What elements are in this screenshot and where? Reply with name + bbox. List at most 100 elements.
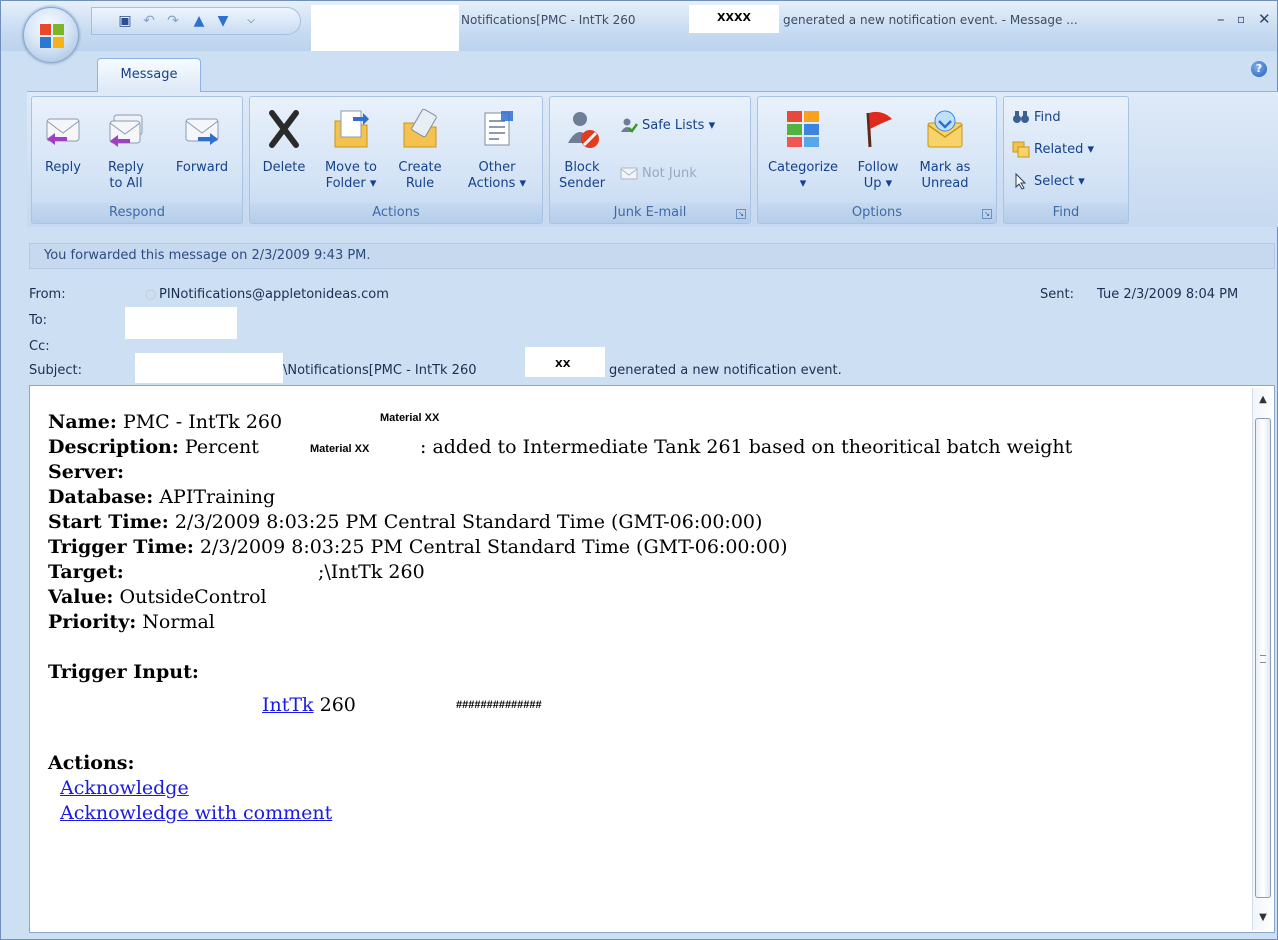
previous-item-icon[interactable]: ▲ [190,13,208,29]
ribbon-group-actions: Delete Move to Folder ▾ Create Rule Othe… [249,96,543,224]
reply-all-label-1: Reply [107,160,144,175]
forwarded-info-bar[interactable]: You forwarded this message on 2/3/2009 9… [29,243,1275,269]
reply-all-label-2: to All [109,176,143,191]
create-rule-icon [403,108,437,148]
reply-all-button[interactable]: Reply to All [96,101,156,192]
to-label: To: [29,313,48,328]
categorize-label: Categorize [767,160,839,175]
cc-label: Cc: [29,339,50,354]
not-junk-button[interactable]: Not Junk [620,163,697,185]
scroll-grip-icon [1260,655,1266,663]
acknowledge-with-comment-link[interactable]: Acknowledge with comment [60,802,332,824]
create-rule-button[interactable]: Create Rule [390,101,450,192]
block-sender-button[interactable]: Block Sender [554,101,610,192]
scroll-down-icon[interactable]: ▼ [1255,910,1271,926]
trigger-input-line: IntTk 260 ############## [262,694,542,716]
redacted-title-area [311,5,459,51]
delete-icon [269,110,299,148]
presence-icon: ○ [145,287,157,302]
create-rule-label-2: Rule [405,176,435,191]
block-sender-label-2: Sender [558,176,606,191]
redacted-to-field [125,307,237,339]
from-value[interactable]: PINotifications@appletonideas.com [159,287,389,302]
office-button[interactable] [23,7,79,63]
categorize-icon [787,111,819,147]
priority-line: Priority: Normal [48,611,215,633]
message-body: Name: PMC - IntTk 260 Material XX Descri… [29,385,1275,933]
related-button[interactable]: Related ▾ [1012,139,1094,161]
inttk-link[interactable]: IntTk [262,694,314,716]
target-line: Target: ;\IntTk 260 [48,561,425,583]
subject-label: Subject: [29,363,82,378]
minimize-icon[interactable]: – [1217,10,1225,28]
office-logo-icon [40,24,64,48]
outlook-message-window: ▣ ↶ ↷ ▲ ▼ ⌵ Notifications[PMC - IntTk 26… [0,0,1278,940]
respond-group-label: Respond [32,203,242,223]
next-item-icon[interactable]: ▼ [214,13,232,29]
block-sender-icon [568,112,599,148]
options-group-label: Options [758,203,996,223]
tab-message[interactable]: Message [97,58,201,92]
move-to-folder-button[interactable]: Move to Folder ▾ [318,101,384,192]
related-icon [1012,141,1030,157]
maximize-icon[interactable]: ▫ [1237,12,1245,26]
value-line: Value: OutsideControl [48,586,267,608]
mark-as-unread-icon [927,110,963,148]
mark-as-unread-button[interactable]: Mark as Unread [912,101,978,192]
trigger-input-hash: ############## [456,699,542,711]
follow-up-label-2: Up ▾ [863,176,893,191]
redacted-subject-prefix [135,353,283,383]
forward-icon [185,118,219,145]
quick-access-toolbar: ▣ ↶ ↷ ▲ ▼ ⌵ [91,7,301,35]
move-to-label-1: Move to [324,160,378,175]
vertical-scrollbar[interactable]: ▲ ▼ [1252,388,1272,930]
ribbon-group-find: Find Related ▾ Select ▾ Find [1003,96,1129,224]
trigger-input-label: Trigger Input: [48,661,199,683]
delete-button[interactable]: Delete [254,101,314,176]
find-group-label: Find [1004,203,1128,223]
name-line: Name: PMC - IntTk 260 Material XX [48,410,787,435]
scroll-thumb[interactable] [1255,418,1271,898]
forward-button[interactable]: Forward [168,101,236,176]
save-icon[interactable]: ▣ [116,13,134,29]
other-actions-label-1: Other [478,160,516,175]
undo-icon[interactable]: ↶ [140,13,158,29]
delete-label: Delete [262,160,306,175]
other-actions-button[interactable]: Other Actions ▾ [456,101,538,192]
target-value: ;\IntTk 260 [318,561,425,583]
reply-icon [46,118,80,145]
help-icon[interactable]: ? [1251,61,1267,77]
sent-label: Sent: [1040,287,1074,302]
title-prefix: Notifications[PMC - IntTk 260 [461,13,636,27]
find-button[interactable]: Find [1012,107,1061,129]
subject-suffix: generated a new notification event. [609,363,842,378]
other-actions-icon [484,111,513,146]
title-redacted-mark: XXXX [717,11,751,24]
junk-email-dialog-launcher-icon[interactable]: ↘ [736,209,746,219]
trigger-time-line: Trigger Time: 2/3/2009 8:03:25 PM Centra… [48,536,788,558]
safe-lists-button[interactable]: Safe Lists ▾ [620,115,715,137]
follow-up-button[interactable]: Follow Up ▾ [850,101,906,192]
ribbon-group-junk-email: Block Sender Safe Lists ▾ Not Junk Junk … [549,96,751,224]
acknowledge-link[interactable]: Acknowledge [60,777,189,799]
title-suffix: generated a new notification event. - Me… [783,13,1078,27]
junk-email-group-label: Junk E-mail [550,203,750,223]
customize-qat-icon[interactable]: ⌵ [242,13,260,29]
mark-as-label-1: Mark as [919,160,971,175]
categorize-button[interactable]: Categorize ▾ [762,101,844,192]
mark-as-label-2: Unread [921,176,969,191]
options-dialog-launcher-icon[interactable]: ↘ [982,209,992,219]
scroll-up-icon[interactable]: ▲ [1255,392,1271,408]
sent-value: Tue 2/3/2009 8:04 PM [1097,287,1239,302]
select-button[interactable]: Select ▾ [1012,171,1085,193]
reply-all-icon [109,114,143,147]
reply-button[interactable]: Reply [36,101,90,176]
description-line: Description: Percent Material XX : added… [48,435,1072,460]
redo-icon[interactable]: ↷ [164,13,182,29]
acknowledge-comment-line: Acknowledge with comment [48,801,787,826]
close-icon[interactable]: ✕ [1258,10,1271,28]
categorize-dropdown-icon: ▾ [799,176,807,191]
follow-up-label-1: Follow [857,160,899,175]
